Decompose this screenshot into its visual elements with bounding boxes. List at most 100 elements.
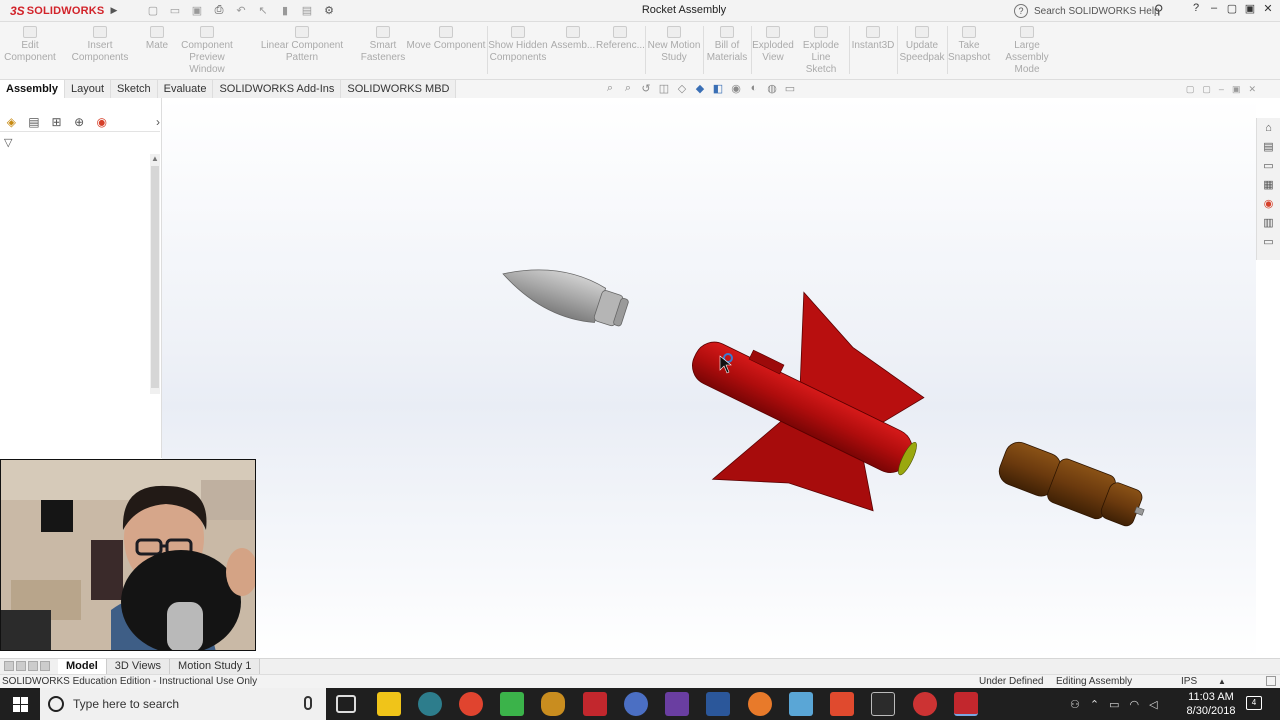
viewport-close-icon[interactable]: ✕ (1248, 84, 1256, 95)
volume-icon[interactable]: ◁ (1149, 698, 1157, 711)
search-icon[interactable]: ⚲ (1154, 2, 1164, 18)
show-hidden-icons[interactable]: ⌃ (1090, 698, 1099, 711)
help-search[interactable]: ? Search SOLIDWORKS Help ⚲ (1014, 2, 1174, 20)
apply-scene-icon[interactable]: ◍ (766, 82, 778, 95)
browser-app-icon[interactable] (624, 692, 648, 716)
move-component-button[interactable]: Move Component (406, 26, 486, 52)
solidworks-resources-icon[interactable]: ⌂ (1265, 122, 1272, 134)
view-settings-icon[interactable]: ▭ (784, 82, 796, 95)
tab-solidworks-add-ins[interactable]: SOLIDWORKS Add-Ins (213, 80, 342, 98)
start-button[interactable] (0, 688, 40, 720)
forum-icon[interactable]: ▭ (1263, 235, 1273, 248)
menu-expand-icon[interactable]: ▶ (108, 5, 120, 16)
display-style-icon[interactable]: ◧ (712, 82, 724, 95)
rebuild-icon[interactable]: ▮ (276, 4, 294, 17)
people-icon[interactable]: ⚇ (1070, 698, 1080, 711)
save-icon[interactable]: ▣ (188, 4, 206, 17)
mate-button[interactable]: Mate (142, 26, 172, 52)
help-search-input[interactable]: Search SOLIDWORKS Help (1034, 6, 1160, 17)
chrome-app-icon[interactable] (459, 692, 483, 716)
select-icon[interactable]: ↖ (254, 4, 272, 17)
next-tab-icon[interactable] (28, 661, 38, 671)
restore-icon[interactable]: ▢ (1224, 2, 1240, 15)
acrobat-app-icon[interactable] (913, 692, 937, 716)
new-motion-study-button[interactable]: New Motion Study (646, 26, 702, 64)
insert-components-button[interactable]: Insert Components (58, 26, 142, 64)
viewport-tile-icon[interactable]: ▣ (1232, 84, 1241, 95)
assembly-features-button[interactable]: Assemb... (550, 26, 596, 52)
last-tab-icon[interactable] (40, 661, 50, 671)
solidworks-2017-app-icon[interactable] (583, 692, 607, 716)
graphics-area[interactable] (162, 98, 1256, 658)
appearances-icon[interactable]: ◉ (1264, 197, 1274, 210)
motor-part[interactable] (995, 437, 1152, 534)
options-gear-icon[interactable]: ⚙ (320, 4, 338, 17)
bill-of-materials-button[interactable]: Bill of Materials (704, 26, 750, 64)
app-icon[interactable] (789, 692, 813, 716)
rocket-body-part[interactable] (650, 262, 958, 555)
feature-tree-icon[interactable]: ◈ (0, 115, 23, 129)
microphone-icon[interactable] (304, 696, 312, 710)
smart-fasteners-button[interactable]: Smart Fasteners (360, 26, 406, 64)
take-snapshot-button[interactable]: Take Snapshot (948, 26, 990, 64)
filter-icon[interactable]: ▽ (4, 136, 12, 149)
solidworks-active-app-icon[interactable] (954, 692, 978, 716)
nose-cone-part[interactable] (496, 253, 631, 333)
help-icon[interactable]: ? (1188, 2, 1204, 15)
tab-3d-views[interactable]: 3D Views (106, 659, 171, 674)
taskbar-search-input[interactable]: Type here to search (73, 697, 179, 711)
status-bar-options-icon[interactable] (1266, 676, 1276, 686)
word-app-icon[interactable] (706, 692, 730, 716)
tab-layout[interactable]: Layout (64, 80, 112, 98)
show-hidden-button[interactable]: Show Hidden Components (488, 26, 548, 64)
zoom-to-fit-icon[interactable]: ⌕ (604, 82, 616, 95)
expand-panel-icon[interactable]: › (113, 115, 160, 129)
tab-evaluate[interactable]: Evaluate (157, 80, 214, 98)
file-properties-icon[interactable]: ▤ (298, 4, 316, 17)
tab-sketch[interactable]: Sketch (111, 80, 158, 98)
terminal-app-icon[interactable] (871, 692, 895, 716)
tab-motion-study-1[interactable]: Motion Study 1 (170, 659, 261, 674)
open-icon[interactable]: ▭ (166, 4, 184, 17)
notification-center-icon[interactable]: 4 (1246, 696, 1262, 710)
recorder-app-icon[interactable] (830, 692, 854, 716)
maximize-icon[interactable]: ▣ (1242, 2, 1258, 15)
dynamic-annotation-icon[interactable]: ◇ (676, 82, 688, 95)
network-app-icon[interactable] (418, 692, 442, 716)
assembly-viewport[interactable] (162, 98, 1256, 658)
file-explorer-app-icon[interactable] (377, 692, 401, 716)
reference-geometry-button[interactable]: Referenc... (596, 26, 645, 52)
viewport-restore-icon[interactable]: ▢ (1202, 84, 1211, 95)
camtasia-app-icon[interactable] (500, 692, 524, 716)
viewport-split-icon[interactable]: ▢ (1186, 84, 1195, 95)
minimize-icon[interactable]: – (1206, 2, 1222, 15)
edit-component-button[interactable]: Edit Component (4, 26, 56, 64)
large-assembly-mode-button[interactable]: Large Assembly Mode (992, 26, 1062, 76)
previous-tab-icon[interactable] (16, 661, 26, 671)
property-manager-icon[interactable]: ▤ (23, 115, 46, 129)
previous-view-icon[interactable]: ↺ (640, 82, 652, 95)
design-library-icon[interactable]: ▤ (1263, 140, 1273, 153)
linear-pattern-button[interactable]: Linear Component Pattern (246, 26, 358, 64)
file-explorer-icon[interactable]: ▭ (1263, 159, 1273, 172)
blender-app-icon[interactable] (748, 692, 772, 716)
section-view-icon[interactable]: ◫ (658, 82, 670, 95)
configuration-manager-icon[interactable]: ⊞ (45, 115, 68, 129)
tab-assembly[interactable]: Assembly (0, 80, 65, 98)
visual-studio-app-icon[interactable] (665, 692, 689, 716)
battery-icon[interactable]: ▭ (1109, 698, 1119, 711)
exploded-view-button[interactable]: Exploded View (752, 26, 794, 64)
scroll-thumb[interactable] (151, 166, 159, 388)
explode-line-sketch-button[interactable]: Explode Line Sketch (796, 26, 846, 76)
solidworks-logo[interactable]: 3S SOLIDWORKS (0, 0, 108, 22)
media-app-icon[interactable] (541, 692, 565, 716)
system-clock[interactable]: 11:03 AM 8/30/2018 (1182, 690, 1240, 718)
update-speedpak-button[interactable]: Update Speedpak (898, 26, 946, 64)
edit-appearance-icon[interactable]: ◐ (748, 82, 760, 95)
display-manager-icon[interactable]: ◉ (90, 115, 113, 129)
viewport-minimize-icon[interactable]: – (1219, 84, 1224, 95)
instant3d-button[interactable]: Instant3D (850, 26, 896, 52)
undo-icon[interactable]: ↶ (232, 4, 250, 17)
print-icon[interactable]: ⎙ (210, 4, 228, 17)
feature-tree-scrollbar[interactable]: ▲ (150, 154, 160, 394)
